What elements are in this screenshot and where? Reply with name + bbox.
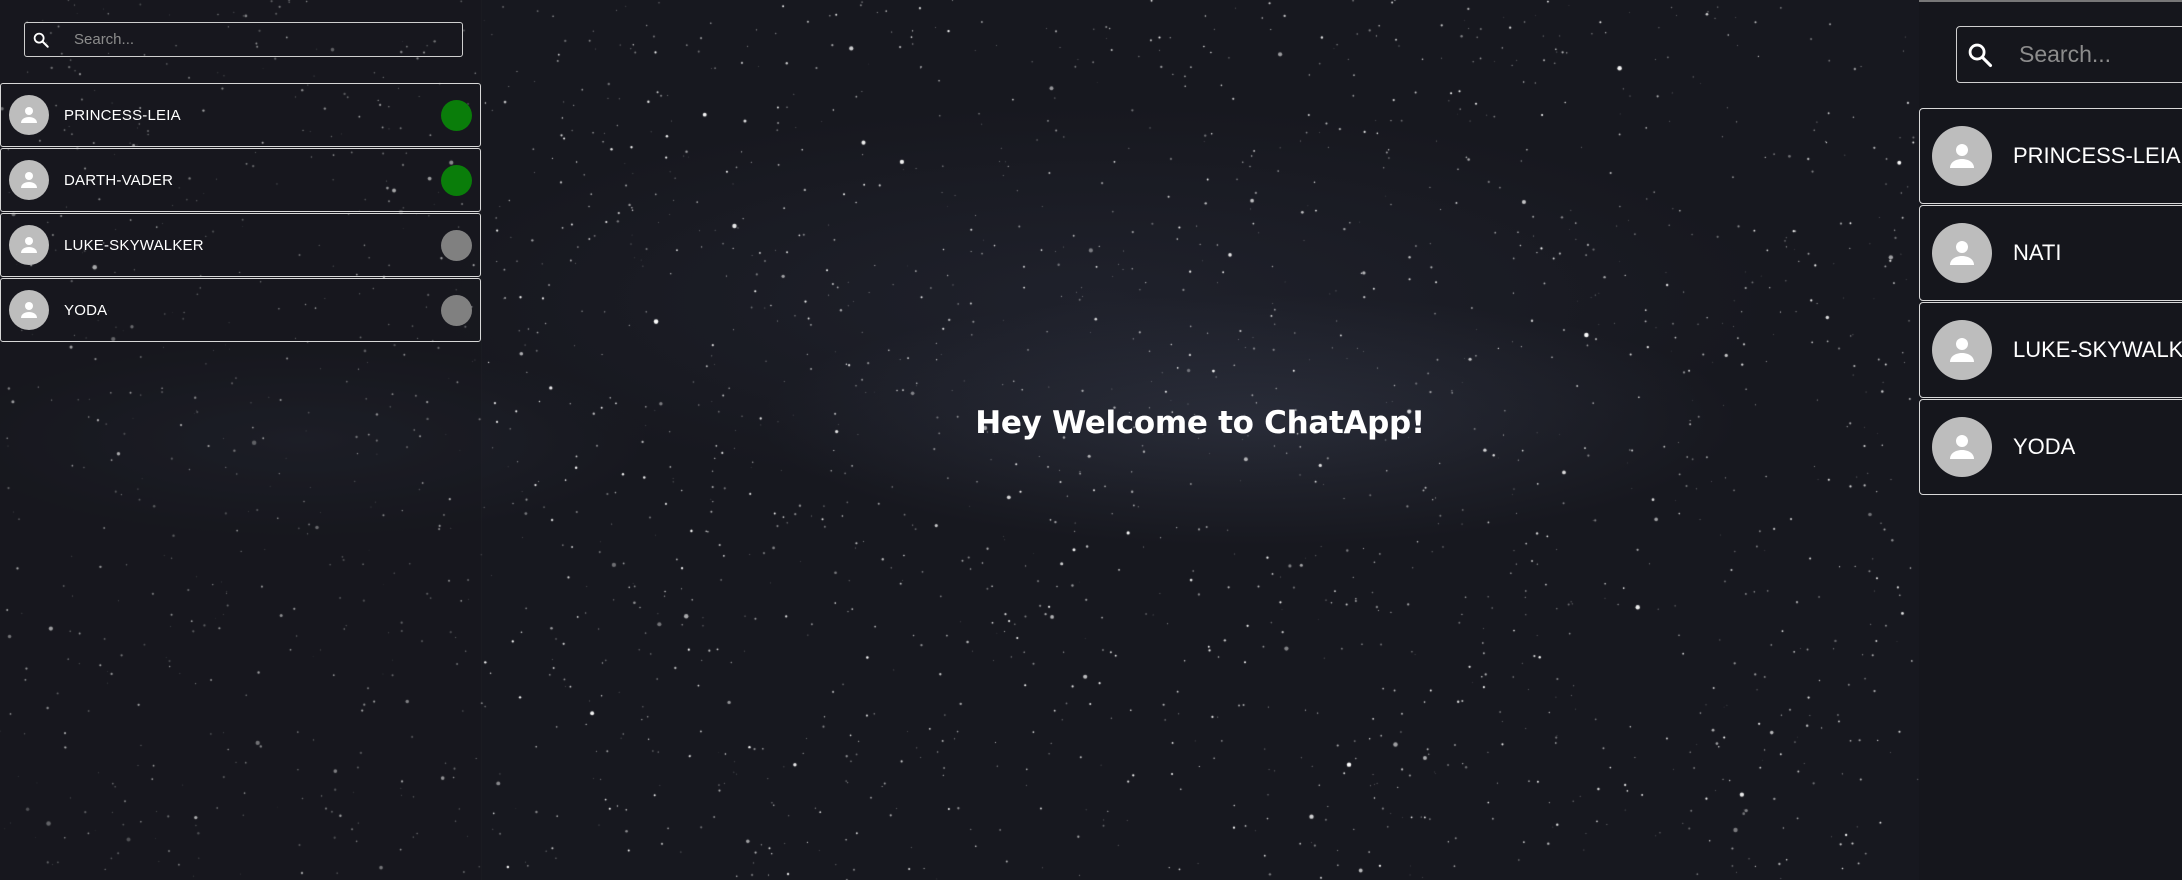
contact-item[interactable]: PRINCESS-LEIA	[1919, 108, 2182, 204]
contact-name: YODA	[2013, 434, 2076, 459]
person-icon	[1950, 144, 1974, 168]
contact-name: PRINCESS-LEIA	[2013, 143, 2181, 168]
contacts-sidebar: PRINCESS-LEIA DARTH-VADER	[0, 0, 482, 880]
person-icon	[21, 237, 37, 253]
person-icon	[21, 172, 37, 188]
person-icon	[1950, 241, 1974, 265]
search-icon	[28, 27, 54, 53]
contact-item[interactable]: PRINCESS-LEIA	[0, 83, 481, 147]
avatar	[9, 160, 49, 200]
search-bar	[24, 22, 463, 57]
person-icon	[1950, 435, 1974, 459]
online-status-indicator	[441, 100, 472, 131]
contact-item[interactable]: NATI	[1919, 205, 2182, 301]
search-bar	[1956, 26, 2182, 83]
avatar	[1932, 126, 1992, 186]
chat-main-area: Hey Welcome to ChatApp!	[481, 0, 1919, 880]
contact-item[interactable]: DARTH-VADER	[0, 148, 481, 212]
avatar	[1932, 417, 1992, 477]
contact-item[interactable]: YODA	[0, 278, 481, 342]
search-input[interactable]	[72, 30, 456, 49]
person-icon	[21, 107, 37, 123]
welcome-heading: Hey Welcome to ChatApp!	[975, 405, 1425, 441]
avatar	[9, 95, 49, 135]
online-status-indicator	[441, 165, 472, 196]
contact-item[interactable]: LUKE-SKYWALKER	[0, 213, 481, 277]
avatar	[9, 225, 49, 265]
person-icon	[21, 302, 37, 318]
contact-name: YODA	[64, 301, 108, 319]
offline-status-indicator	[441, 295, 472, 326]
search-icon	[1961, 36, 1999, 74]
avatar	[9, 290, 49, 330]
contact-name: DARTH-VADER	[64, 171, 174, 189]
contact-name: NATI	[2013, 240, 2062, 265]
contacts-sidebar-zoomed: PRINCESS-LEIA NATI LUKE-	[1919, 0, 2182, 880]
avatar	[1932, 223, 1992, 283]
contact-name: LUKE-SKYWALKER	[2013, 337, 2182, 362]
search-input[interactable]	[2017, 40, 2182, 69]
contact-item[interactable]: LUKE-SKYWALKER	[1919, 302, 2182, 398]
offline-status-indicator	[441, 230, 472, 261]
person-icon	[1950, 338, 1974, 362]
contact-list: PRINCESS-LEIA DARTH-VADER LUKE-SKYWALKER…	[0, 83, 481, 343]
contact-list: PRINCESS-LEIA NATI LUKE-SKYWALK YODA	[1919, 108, 2182, 496]
avatar	[1932, 320, 1992, 380]
contact-name: PRINCESS-LEIA	[64, 106, 181, 124]
contact-name: LUKE-SKYWALKER	[64, 236, 204, 254]
contact-item[interactable]: YODA	[1919, 399, 2182, 495]
app-root: PRINCESS-LEIA DARTH-VADER	[0, 0, 2182, 880]
